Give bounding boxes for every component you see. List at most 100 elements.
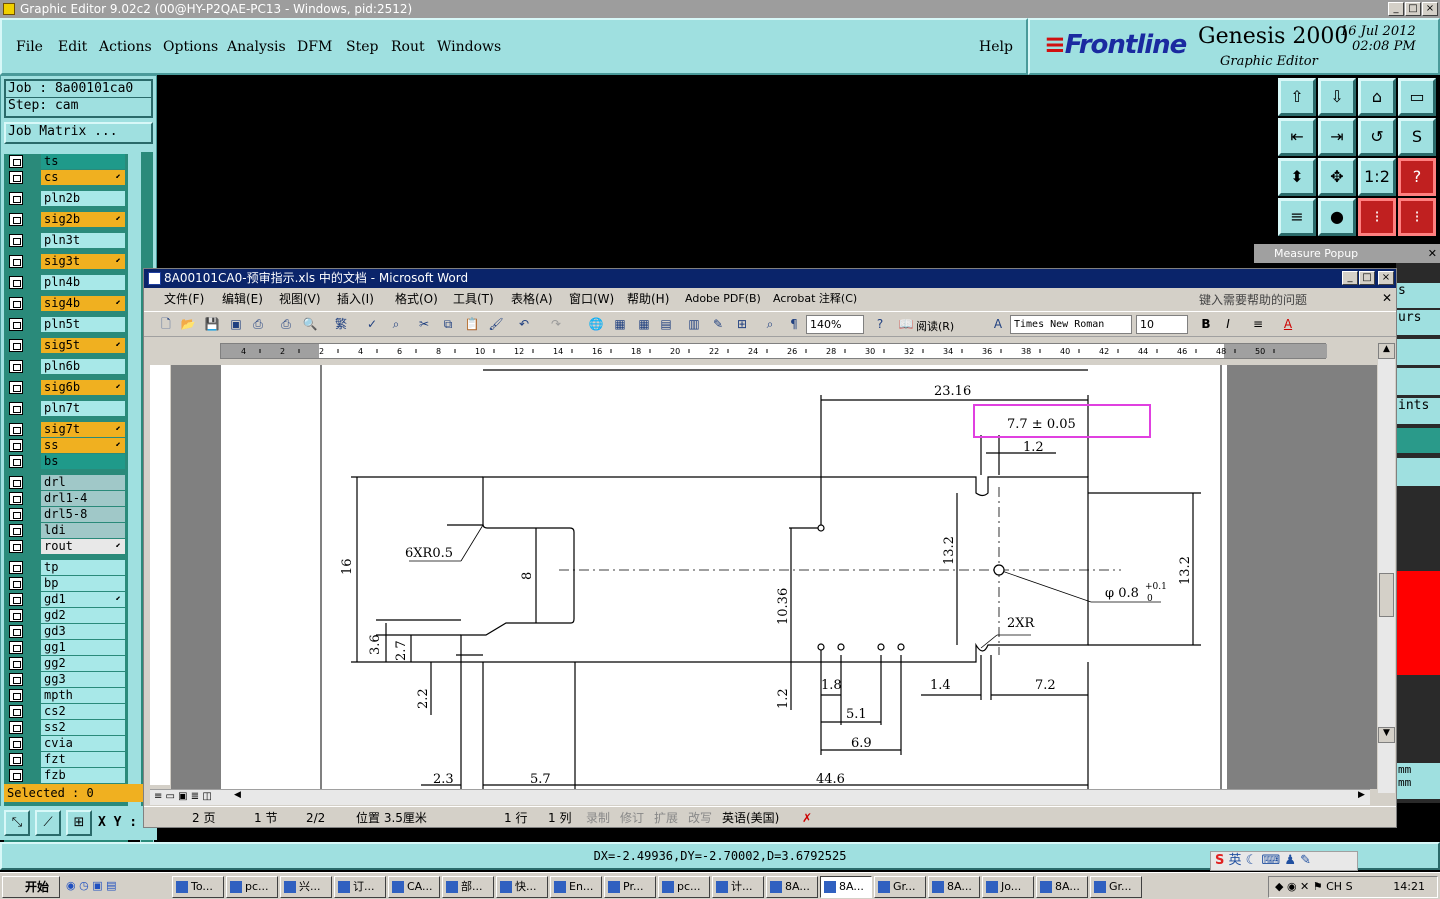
permission-icon[interactable]: ▣ <box>228 316 244 332</box>
snap-icon[interactable]: ● <box>1318 198 1356 236</box>
export-icon[interactable]: ⇥ <box>1318 118 1356 156</box>
layer-name[interactable]: cs2 <box>41 704 125 719</box>
layer-name[interactable]: pln3t <box>41 233 125 248</box>
layer-checkbox[interactable] <box>9 721 23 734</box>
menu-edit[interactable]: Edit <box>58 39 87 55</box>
layer-row[interactable]: sig4b ⬋ <box>4 296 128 311</box>
word-menu-view[interactable]: 视图(V) <box>279 288 321 310</box>
vertical-scrollbar[interactable]: ▲ ▼ <box>1378 343 1395 793</box>
quick-launch-icons[interactable]: ◉ ◷ ▣ ▤ <box>66 879 116 892</box>
tray-icons[interactable]: ◆ ◉ ✕ ⚑ CH S <box>1275 877 1353 897</box>
font-combo[interactable]: Times New Roman <box>1010 315 1132 334</box>
task-button[interactable]: 兴... <box>280 876 332 898</box>
status-ext[interactable]: 扩展 <box>654 807 678 829</box>
cut-icon[interactable]: ✂ <box>416 316 432 332</box>
spelling-status-icon[interactable]: ✗ <box>802 807 812 829</box>
ime-tools-icon[interactable]: ☾ ⌨ ♟ ✎ <box>1246 853 1311 868</box>
layer-name[interactable]: sig7t ⬋ <box>41 422 125 437</box>
layer-name[interactable]: ss2 <box>41 720 125 735</box>
grid-tool-icon[interactable]: ⊞ <box>66 810 92 836</box>
scroll-up-icon[interactable]: ▲ <box>1378 343 1395 359</box>
layer-checkbox[interactable] <box>9 689 23 702</box>
layer-name[interactable]: sig3t ⬋ <box>41 254 125 269</box>
layer-checkbox[interactable] <box>9 455 23 468</box>
layer-row[interactable]: cs2 <box>4 704 128 719</box>
print-icon[interactable]: ⎙ <box>278 316 294 332</box>
zoom-fit-icon[interactable]: ⬍ <box>1278 158 1316 196</box>
window-icon[interactable]: ▭ <box>1398 78 1436 116</box>
menu-actions[interactable]: Actions <box>99 39 152 55</box>
word-close-button[interactable]: × <box>1378 271 1394 285</box>
home-icon[interactable]: ⌂ <box>1358 78 1396 116</box>
traditional-chinese-icon[interactable]: 繁 <box>330 316 352 332</box>
task-button[interactable]: Gr... <box>874 876 926 898</box>
layer-name[interactable]: gd1 ⬋ <box>41 592 125 607</box>
tables-borders-icon[interactable]: ▦ <box>612 316 628 332</box>
task-button[interactable]: 计... <box>712 876 764 898</box>
task-button[interactable]: 部... <box>442 876 494 898</box>
layer-row[interactable]: tp <box>4 560 128 575</box>
word-menu-table[interactable]: 表格(A) <box>511 288 553 310</box>
menu-help[interactable]: Help <box>979 39 1013 55</box>
task-button[interactable]: Gr... <box>1090 876 1142 898</box>
layer-row[interactable]: drl <box>4 475 128 490</box>
layer-name[interactable]: pln2b <box>41 191 125 206</box>
task-button[interactable]: 8A... <box>820 876 872 898</box>
word-maximize-button[interactable]: □ <box>1359 271 1375 285</box>
layer-row[interactable]: pln3t <box>4 233 128 248</box>
layer-row[interactable]: gd3 <box>4 624 128 639</box>
word-menu-help[interactable]: 帮助(H) <box>627 288 669 310</box>
layer-row[interactable]: gg3 <box>4 672 128 687</box>
layer-checkbox[interactable] <box>9 540 23 553</box>
net-icon[interactable]: ⁝ <box>1358 198 1396 236</box>
menu-step[interactable]: Step <box>346 39 378 55</box>
layer-name[interactable]: pln7t <box>41 401 125 416</box>
layer-checkbox[interactable] <box>9 492 23 505</box>
menu-options[interactable]: Options <box>163 39 218 55</box>
layer-name[interactable]: pln5t <box>41 317 125 332</box>
task-button[interactable]: 8A... <box>928 876 980 898</box>
size-combo[interactable]: 10 <box>1136 315 1188 334</box>
layer-row[interactable]: bp <box>4 576 128 591</box>
redo-icon[interactable]: ↷ <box>548 316 564 332</box>
maximize-button[interactable]: □ <box>1405 2 1421 16</box>
layer-row[interactable]: ss ⬋ <box>4 438 128 453</box>
layer-name[interactable]: sig2b ⬋ <box>41 212 125 227</box>
layer-row[interactable]: fzb <box>4 768 128 783</box>
layer-checkbox[interactable] <box>9 318 23 331</box>
layer-name[interactable]: sig4b ⬋ <box>41 296 125 311</box>
layer-checkbox[interactable] <box>9 476 23 489</box>
insert-table-icon[interactable]: ▦ <box>636 316 652 332</box>
layer-name[interactable]: ldi <box>41 523 125 538</box>
measure-close-icon[interactable]: ✕ <box>1428 244 1437 263</box>
layer-name[interactable]: bp <box>41 576 125 591</box>
job-matrix-button[interactable]: Job Matrix ... <box>4 122 153 144</box>
layer-checkbox[interactable] <box>9 297 23 310</box>
paste-icon[interactable]: 📋 <box>464 316 480 332</box>
zoom-home-icon[interactable]: ✥ <box>1318 158 1356 196</box>
menu-file[interactable]: File <box>16 39 43 55</box>
layer-name[interactable]: fzb <box>41 768 125 783</box>
horizontal-scrollbar[interactable]: ≡ ▭ ▣ ≣ ◫ ◀ ▶ <box>150 789 1370 805</box>
layer-name[interactable]: gg3 <box>41 672 125 687</box>
copy-icon[interactable]: ⧉ <box>440 316 456 332</box>
align-icon[interactable]: ≡ <box>1250 316 1266 332</box>
layer-row[interactable]: sig7t ⬋ <box>4 422 128 437</box>
layer-row[interactable]: ldi <box>4 523 128 538</box>
layer-row[interactable]: drl5-8 <box>4 507 128 522</box>
menu-close-icon[interactable]: ✕ <box>1382 291 1392 305</box>
layer-row[interactable]: sig6b ⬋ <box>4 380 128 395</box>
layer-checkbox[interactable] <box>9 673 23 686</box>
measure-tool-icon[interactable]: ⟋ <box>35 810 61 836</box>
layer-name[interactable]: drl1-4 <box>41 491 125 506</box>
layer-checkbox[interactable] <box>9 360 23 373</box>
layer-name[interactable]: sig5t ⬋ <box>41 338 125 353</box>
font-color-icon[interactable]: A <box>1280 316 1296 332</box>
layer-checkbox[interactable] <box>9 439 23 452</box>
word-menu-format[interactable]: 格式(O) <box>395 288 438 310</box>
menu-dfm[interactable]: DFM <box>297 39 332 55</box>
layer-row[interactable]: mpth <box>4 688 128 703</box>
drawing-icon[interactable]: ✎ <box>710 316 726 332</box>
layer-row[interactable]: gg2 <box>4 656 128 671</box>
layer-name[interactable]: cvia <box>41 736 125 751</box>
